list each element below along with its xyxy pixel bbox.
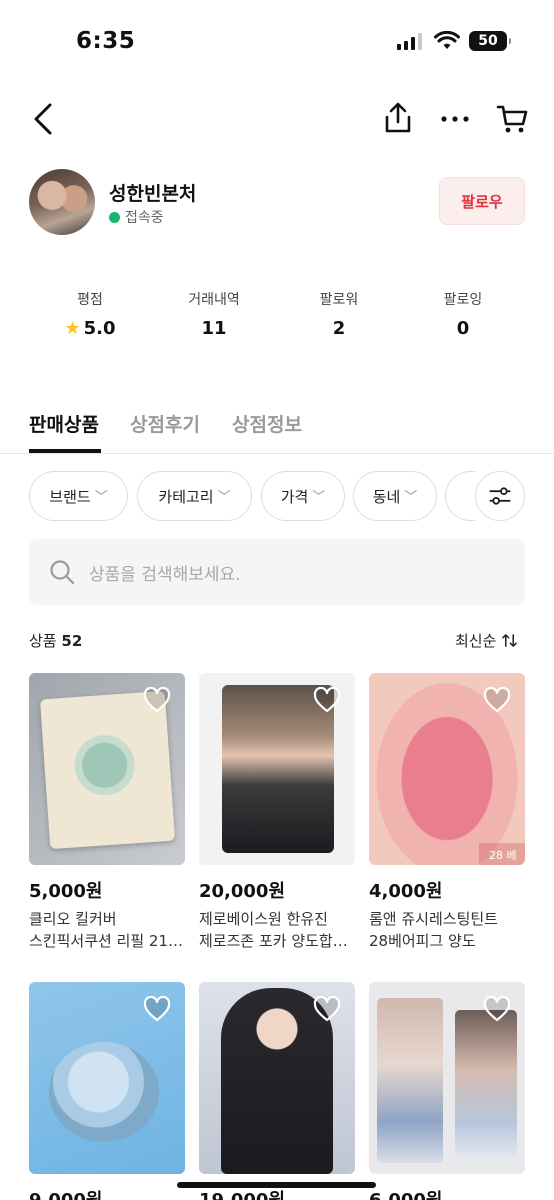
product-price: 20,000원 [199, 881, 286, 902]
stat-label: 거래내역 [188, 292, 240, 308]
star-icon: ★ [64, 318, 81, 339]
store-name: 성한빈본처 [109, 183, 197, 205]
filter-settings-button[interactable] [475, 471, 525, 521]
cart-icon[interactable] [496, 103, 528, 135]
product-card[interactable]: 5,000원 클리오 킬커버 스킨픽서쿠션 리필 21 크림 [29, 673, 185, 952]
store-avatar[interactable] [29, 169, 95, 235]
product-price: 6,000원 [369, 1186, 525, 1200]
search-placeholder: 상품을 검색해보세요. [89, 564, 241, 585]
product-title-line1: 클리오 킬커버 [29, 910, 117, 928]
online-dot-icon [109, 211, 120, 223]
heart-icon[interactable] [483, 687, 511, 713]
tab-reviews[interactable]: 상점후기 [130, 410, 200, 437]
more-options-icon[interactable] [440, 114, 470, 124]
product-photo [49, 1042, 159, 1142]
status-bar: 6:35 50 [0, 0, 554, 84]
search-input[interactable]: 상품을 검색해보세요. [29, 539, 525, 605]
battery-icon: 50 [469, 31, 511, 51]
product-price: 19,000원 [199, 1186, 355, 1200]
heart-icon[interactable] [143, 687, 171, 713]
tab-products[interactable]: 판매상품 [29, 410, 99, 437]
stat-label: 팔로워 [319, 292, 359, 308]
filter-label: 동네 [372, 487, 401, 506]
chevron-down-icon: ﹀ [217, 489, 231, 505]
product-price: 9,000원 [29, 1186, 185, 1200]
online-status: 접속중 [109, 207, 164, 227]
lip-shade-tag: 28 베 [479, 843, 525, 865]
search-icon [50, 560, 75, 585]
product-image[interactable] [199, 673, 355, 865]
product-title-line2: 스킨픽서쿠션 리필 21 크림 [29, 932, 185, 950]
stat-value: 11 [201, 318, 227, 339]
stat-following[interactable]: 팔로잉 0 [403, 289, 523, 339]
filter-label: 브랜드 [49, 487, 91, 506]
back-arrow-icon[interactable] [30, 102, 58, 136]
heart-icon[interactable] [143, 996, 171, 1022]
product-photo [377, 998, 443, 1163]
follow-button[interactable]: 팔로우 [439, 177, 525, 225]
wifi-icon [434, 31, 460, 49]
product-image[interactable] [29, 673, 185, 865]
stat-value: 0 [456, 318, 470, 339]
product-image[interactable] [29, 982, 185, 1174]
filter-brand[interactable]: 브랜드 ﹀ [29, 471, 128, 521]
product-price: 5,000원 [29, 881, 103, 902]
product-count-value: 52 [61, 632, 83, 650]
product-photo [455, 1010, 517, 1160]
heart-icon[interactable] [313, 687, 341, 713]
status-time: 6:35 [76, 28, 136, 54]
product-count: 상품 52 [29, 630, 82, 651]
product-price: 4,000원 [369, 881, 443, 902]
product-image[interactable]: 28 베 [369, 673, 525, 865]
product-title-line1: 롬앤 쥬시레스팅틴트 [369, 910, 498, 928]
stat-label: 팔로잉 [443, 292, 483, 308]
stat-transactions[interactable]: 거래내역 11 [154, 289, 274, 339]
product-title-line2: 제로즈존 포카 양도합니다 [199, 932, 355, 950]
tab-divider [0, 453, 554, 454]
product-card[interactable]: 19,000원 [199, 982, 355, 1200]
cellular-signal-icon [397, 33, 422, 50]
filter-price[interactable]: 가격 ﹀ [261, 471, 345, 521]
filter-more-chip[interactable] [445, 471, 475, 521]
chevron-down-icon: ﹀ [312, 489, 326, 505]
filter-label: 가격 [280, 487, 309, 506]
product-card[interactable]: 28 베 4,000원 롬앤 쥬시레스팅틴트 28베어피그 양도 [369, 673, 525, 952]
product-card[interactable]: 6,000원 [369, 982, 525, 1200]
heart-icon[interactable] [313, 996, 341, 1022]
sort-label: 최신순 [455, 632, 497, 650]
product-title-line2: 28베어피그 양도 [369, 932, 476, 950]
stat-value: 2 [332, 318, 346, 339]
chevron-down-icon: ﹀ [404, 489, 418, 505]
online-status-label: 접속중 [125, 210, 164, 226]
sort-arrows-icon [502, 634, 518, 647]
filter-label: 카테고리 [158, 487, 214, 506]
product-photo [39, 690, 176, 850]
filter-neighborhood[interactable]: 동네 ﹀ [353, 471, 437, 521]
sort-button[interactable]: 최신순 [455, 630, 518, 651]
product-title-line1: 제로베이스원 한유진 [199, 910, 328, 928]
stat-label: 평점 [77, 292, 103, 308]
share-icon[interactable] [383, 101, 413, 135]
sliders-icon [489, 487, 511, 505]
filter-category[interactable]: 카테고리 ﹀ [137, 471, 252, 521]
heart-icon[interactable] [483, 996, 511, 1022]
product-image[interactable] [199, 982, 355, 1174]
product-card[interactable]: 9,000원 [29, 982, 185, 1200]
stat-followers[interactable]: 팔로워 2 [279, 289, 399, 339]
product-image[interactable] [369, 982, 525, 1174]
home-indicator[interactable] [177, 1182, 376, 1188]
product-count-label: 상품 [29, 632, 57, 650]
chevron-down-icon: ﹀ [94, 489, 108, 505]
stat-value: 5.0 [83, 318, 116, 339]
tab-store-info[interactable]: 상점정보 [232, 410, 302, 437]
product-card[interactable]: 20,000원 제로베이스원 한유진 제로즈존 포카 양도합니다 [199, 673, 355, 952]
stat-rating[interactable]: 평점 ★ 5.0 [30, 289, 150, 339]
